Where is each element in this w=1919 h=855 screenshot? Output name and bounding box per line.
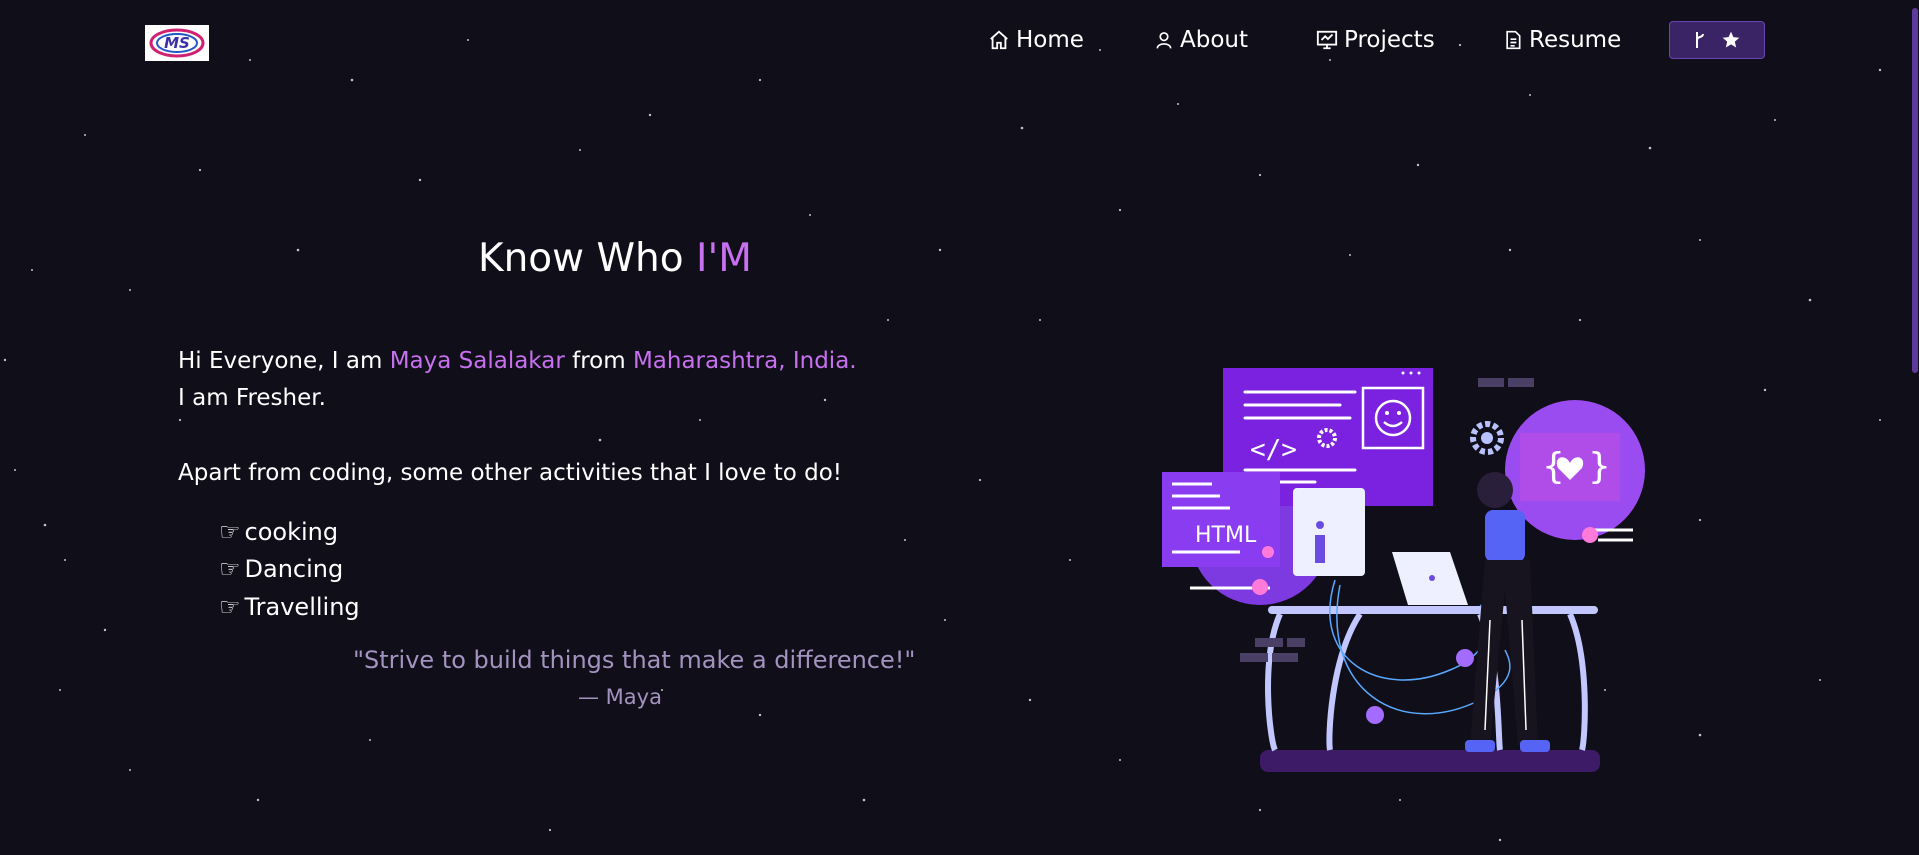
nav-about[interactable]: About [1154,24,1248,56]
person-head [1477,472,1513,508]
user-icon [1156,32,1172,49]
floor-base [1260,750,1600,772]
logo-icon: MS [149,28,205,58]
list-item: ☞ cooking [219,513,360,551]
heading-prefix: Know Who [478,236,696,281]
hand-pointing-icon: ☞ [219,592,241,621]
monitor [1293,488,1365,576]
list-item: ☞ Travelling [219,588,360,626]
activity-list: ☞ cooking ☞ Dancing ☞ Travelling [219,513,360,626]
svg-text:</>: </> [1250,435,1297,465]
nav-home[interactable]: Home [988,24,1084,56]
activity-label: cooking [244,517,339,546]
nav-home-label: Home [1016,27,1084,53]
nav-resume[interactable]: Resume [1503,24,1621,56]
nav-projects[interactable]: Projects [1316,24,1435,56]
hand-pointing-icon: ☞ [219,517,241,546]
hand-pointing-icon: ☞ [219,555,241,584]
desk [1268,606,1598,614]
navbar: MS Home About Projects Resume [0,0,1919,84]
person-name: Maya Salalakar [389,348,565,374]
nav-resume-label: Resume [1529,27,1622,53]
status-line: I am Fresher. [178,385,326,411]
nav-projects-label: Projects [1344,27,1435,53]
github-fork-star-button[interactable] [1669,21,1765,59]
list-item: ☞ Dancing [219,551,360,589]
nav-about-label: About [1180,27,1249,53]
page-title: Know Who I'M [478,236,752,281]
intro-text-1: Hi Everyone, I am [178,348,390,374]
projects-icon [1316,30,1338,50]
document-icon [1506,30,1521,50]
svg-text:}: } [1588,446,1611,487]
intro-text-2: from [564,348,633,374]
quote-text: "Strive to build things that make a diff… [353,646,916,674]
developer-illustration: </> HTML { } [1162,368,1645,772]
logo[interactable]: MS [145,25,209,61]
git-fork-icon [1696,32,1704,48]
logo-text: MS [164,34,190,52]
heading-accent: I'M [696,236,752,281]
activity-label: Dancing [244,555,344,584]
intro-line: Hi Everyone, I am Maya Salalakar from Ma… [178,343,857,380]
html-panel-label: HTML [1195,523,1257,548]
star-icon [1722,31,1740,48]
activity-label: Travelling [244,592,360,621]
activities-intro: Apart from coding, some other activities… [178,460,843,486]
home-icon [990,30,1008,50]
quote-author: — Maya [578,685,662,709]
location: Maharashtra, India. [632,348,857,374]
